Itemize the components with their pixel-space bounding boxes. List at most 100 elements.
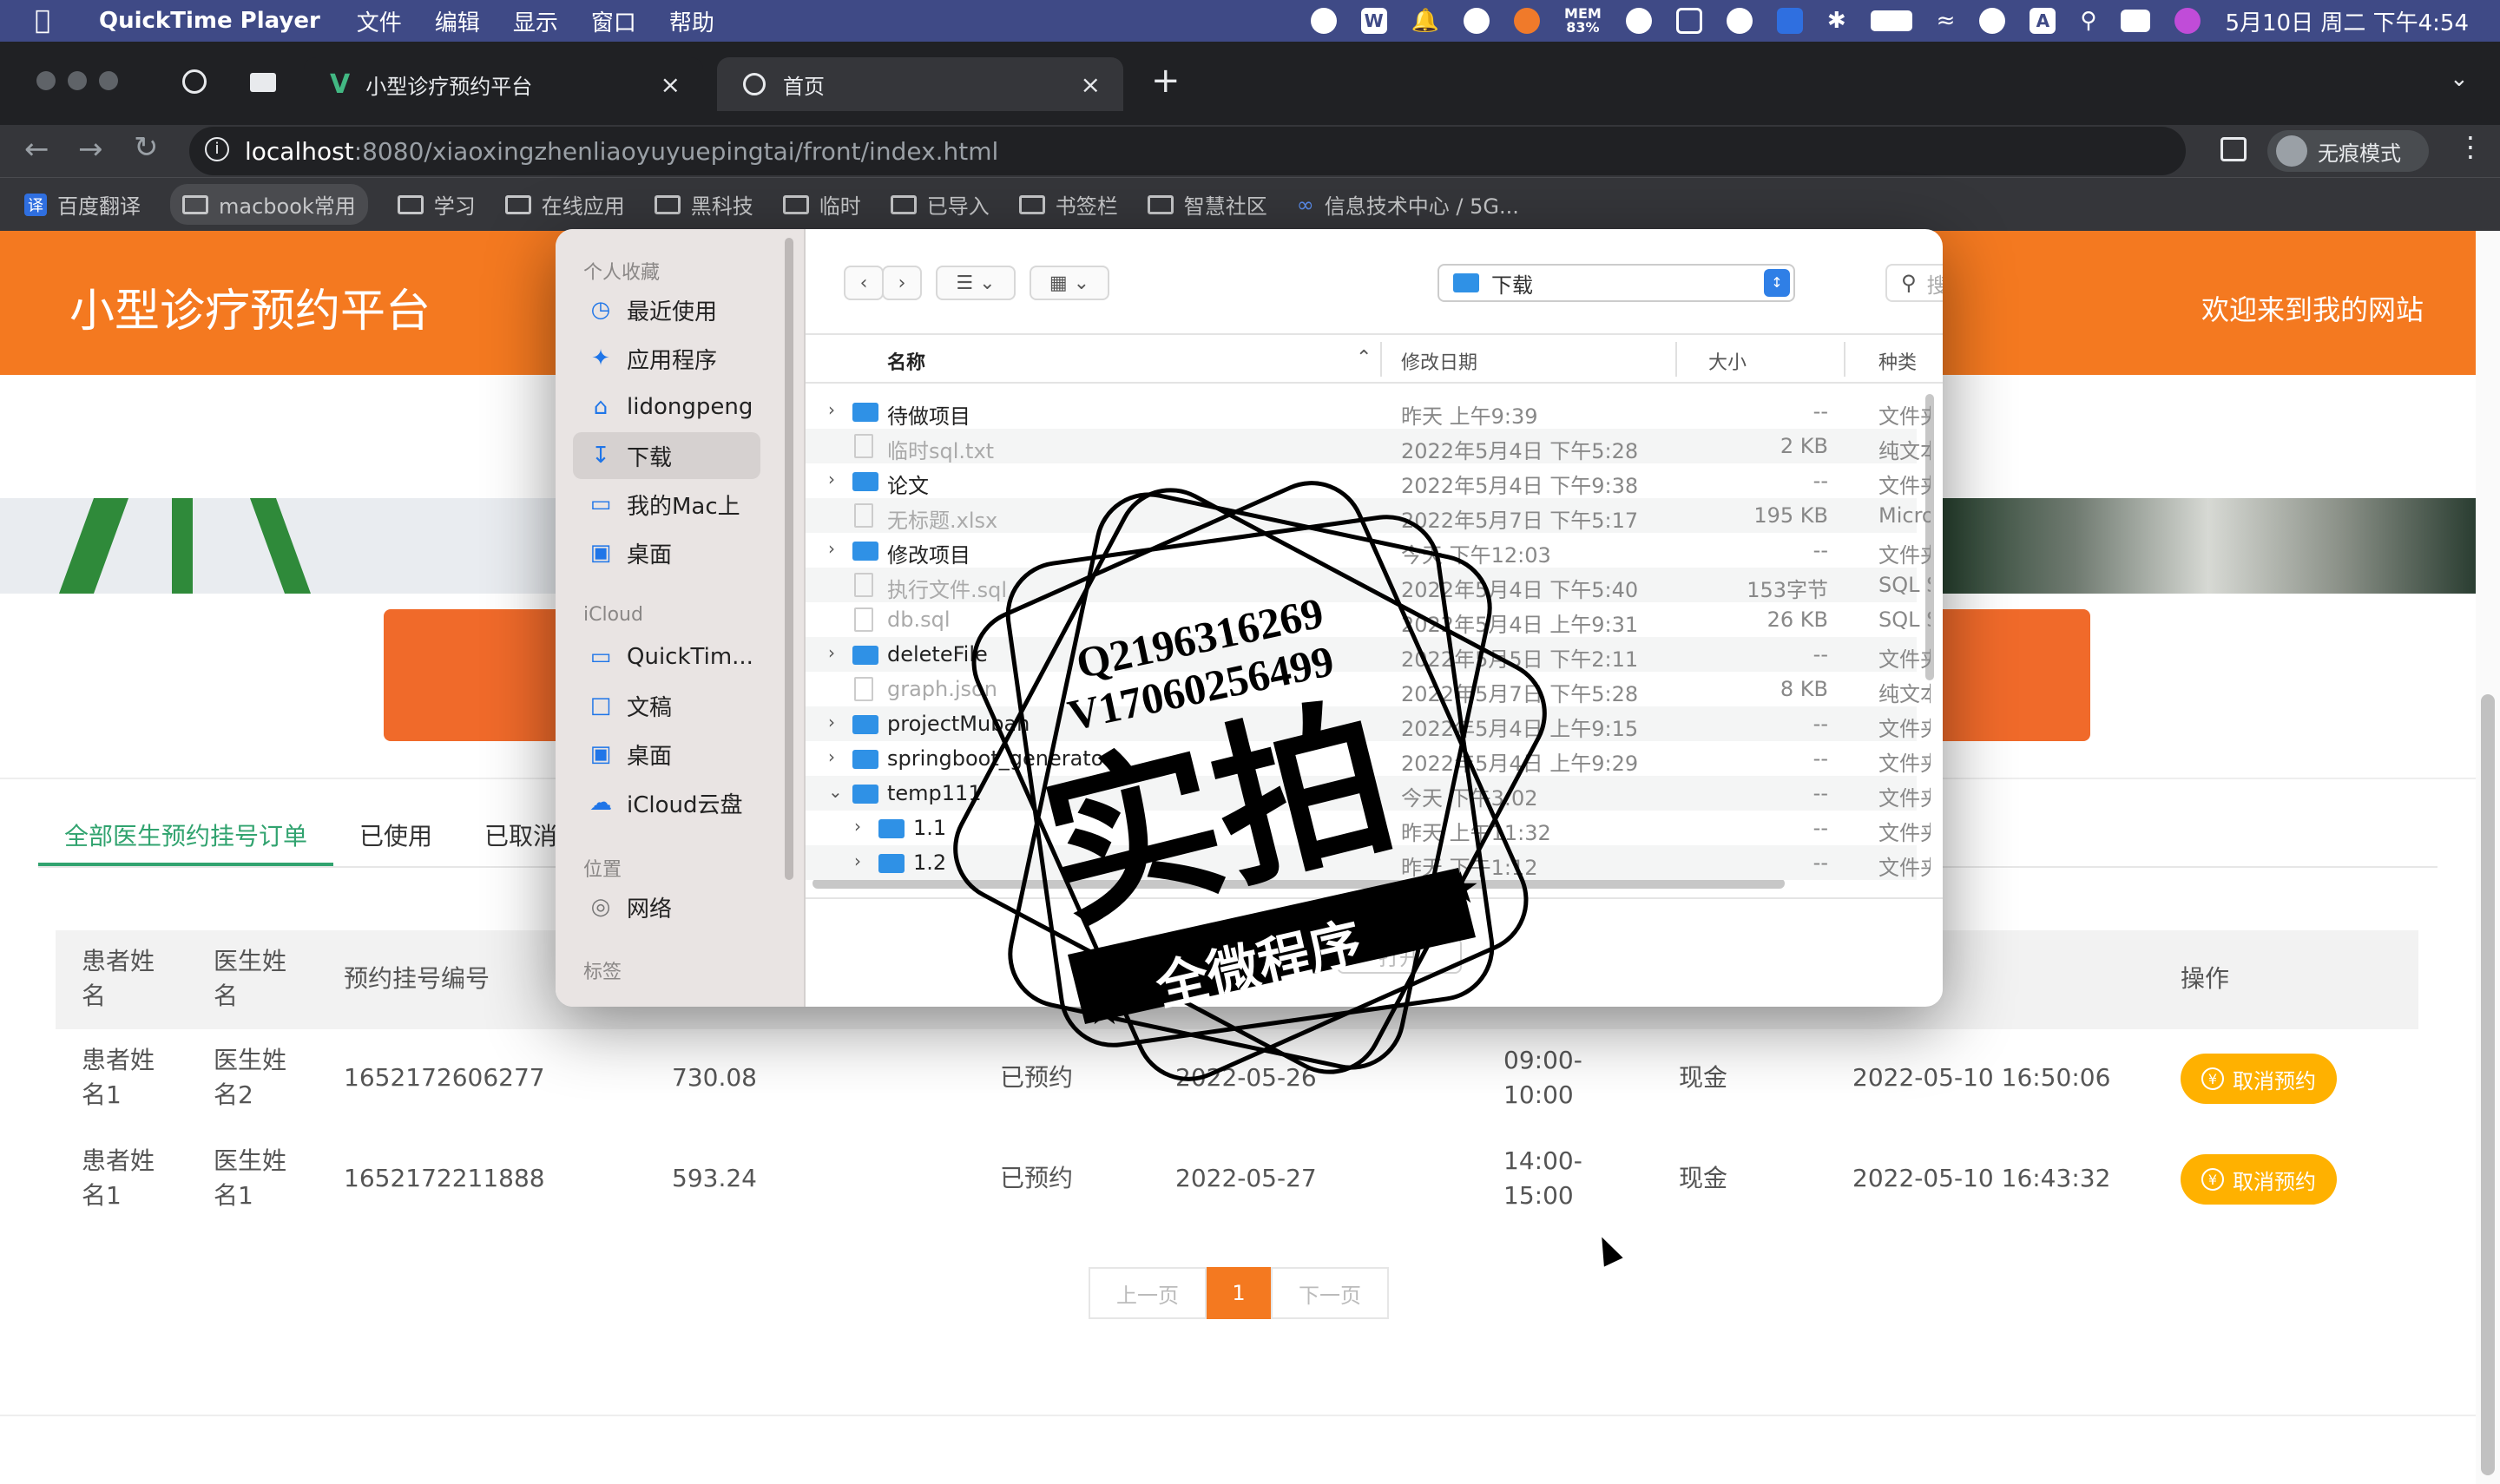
sidebar-item-documents[interactable]: □ 文稿 <box>573 682 760 729</box>
cancel-button[interactable]: 取消 <box>1198 937 1323 974</box>
tab-cancelled[interactable]: 已取消 <box>484 818 557 852</box>
tab-close-icon[interactable]: × <box>1081 70 1101 99</box>
sidebar-item-icloud-desktop[interactable]: ▣ 桌面 <box>573 731 760 778</box>
forward-button[interactable]: → <box>78 132 103 167</box>
sidebar-item-home[interactable]: ⌂ lidongpeng <box>573 384 760 430</box>
new-tab-button[interactable]: + <box>1151 61 1181 101</box>
tab-used[interactable]: 已使用 <box>359 818 432 852</box>
open-button[interactable]: 打开 <box>1337 937 1462 974</box>
side-panel-icon[interactable] <box>2220 137 2247 161</box>
folder-row[interactable]: ⌄ temp111 今天 下午3:02 -- 文件夹 <box>806 776 1931 811</box>
pinned-tab-page-icon[interactable] <box>250 73 276 92</box>
sidebar-scrollbar[interactable] <box>785 238 793 880</box>
search-input[interactable]: ⚲ 搜索 <box>1885 264 1943 302</box>
apple-icon[interactable]:  <box>35 5 50 36</box>
siri-icon[interactable] <box>2174 8 2201 34</box>
menu-view[interactable]: 显示 <box>513 5 558 37</box>
file-row[interactable]: 无标题.xlsx 2022年5月7日 下午5:17 195 KB Microso <box>806 498 1931 533</box>
back-button[interactable]: ← <box>24 132 49 167</box>
app-name[interactable]: QuickTime Player <box>99 8 320 34</box>
bookmark-baidu-translate[interactable]: 译百度翻译 <box>24 189 141 220</box>
browser-menu-icon[interactable]: ⋮ <box>2457 130 2484 163</box>
menu-window[interactable]: 窗口 <box>591 5 636 37</box>
disclosure-closed-icon[interactable]: › <box>828 712 835 732</box>
bell-icon[interactable]: 🔔 <box>1411 8 1439 34</box>
menu-help[interactable]: 帮助 <box>669 5 714 37</box>
sidebar-item-on-my-mac[interactable]: ▭ 我的Mac上 <box>573 481 760 528</box>
prev-page-button[interactable]: 上一页 <box>1089 1267 1207 1319</box>
sidebar-item-desktop[interactable]: ▣ 桌面 <box>573 529 760 576</box>
folder-row[interactable]: › 论文 2022年5月4日 下午9:38 -- 文件夹 <box>806 463 1931 498</box>
battery-icon[interactable] <box>1870 10 1912 31</box>
disclosure-closed-icon[interactable]: › <box>828 399 835 420</box>
user-icon[interactable] <box>1979 8 2006 34</box>
file-row[interactable]: 执行文件.sql 2022年5月4日 下午5:40 153字节 SQL So <box>806 568 1931 602</box>
site-info-icon[interactable]: i <box>205 137 229 161</box>
page-scrollbar-thumb[interactable] <box>2481 694 2495 1475</box>
sort-up-icon[interactable]: ⌃ <box>1356 347 1372 369</box>
bookmark-folder[interactable]: 黑科技 <box>654 189 753 220</box>
cancel-booking-button[interactable]: ¥ 取消预约 <box>2181 1154 2337 1205</box>
sidebar-item-recents[interactable]: ◷ 最近使用 <box>573 286 760 333</box>
window-icon[interactable] <box>1675 8 1702 34</box>
list-view-button[interactable]: ☰ ⌄ <box>936 266 1016 300</box>
tab-close-icon[interactable]: × <box>661 70 681 99</box>
password-icon[interactable] <box>1625 8 1652 34</box>
col-size[interactable]: 大小 <box>1708 347 1747 375</box>
menu-file[interactable]: 文件 <box>357 5 402 37</box>
folder-row[interactable]: › 1.2 昨天 下午1:12 -- 文件夹 <box>806 845 1931 880</box>
folder-row[interactable]: › 待做项目 昨天 上午9:39 -- 文件夹 <box>806 394 1931 429</box>
col-modified[interactable]: 修改日期 <box>1401 347 1477 375</box>
window-minimize-button[interactable] <box>68 71 87 90</box>
window-maximize-button[interactable] <box>99 71 118 90</box>
clock[interactable]: 5月10日 周二 下午4:54 <box>2225 5 2469 37</box>
memory-meter[interactable]: MEM 83% <box>1564 7 1602 35</box>
folder-row[interactable]: › projectMuban 2022年5月4日 上午9:15 -- 文件夹 <box>806 706 1931 741</box>
bookmark-folder[interactable]: 学习 <box>397 189 476 220</box>
bookmark-folder[interactable]: 智慧社区 <box>1147 189 1267 220</box>
col-kind[interactable]: 种类 <box>1878 347 1917 375</box>
spotlight-icon[interactable]: ⚲ <box>2080 8 2096 34</box>
cancel-booking-button[interactable]: ¥ 取消预约 <box>2181 1054 2337 1104</box>
sidebar-item-icloud-drive[interactable]: ☁ iCloud云盘 <box>573 779 760 826</box>
control-center-icon[interactable] <box>2121 10 2151 32</box>
folder-row[interactable]: › springboot_generator 2022年5月4日 上午9:29 -- 文… <box>806 741 1931 776</box>
disclosure-closed-icon[interactable]: › <box>828 538 835 559</box>
page-1-button[interactable]: 1 <box>1207 1267 1271 1319</box>
folder-row[interactable]: › 1.1 昨天 上午11:32 -- 文件夹 <box>806 811 1931 845</box>
tab-all-orders[interactable]: 全部医生预约挂号订单 <box>64 818 307 852</box>
reload-button[interactable]: ↻ <box>134 130 159 165</box>
disclosure-closed-icon[interactable]: › <box>828 469 835 489</box>
file-row[interactable]: 临时sql.txt 2022年5月4日 下午5:28 2 KB 纯文本文 <box>806 429 1931 463</box>
site-title[interactable]: 小型诊疗预约平台 <box>69 274 431 339</box>
weather-icon[interactable] <box>1514 8 1541 34</box>
file-row[interactable]: graph.json 2022年5月7日 下午5:28 8 KB 纯文本文 <box>806 672 1931 706</box>
folder-row[interactable]: › 修改项目 今天 下午12:03 -- 文件夹 <box>806 533 1931 568</box>
pinned-tab-globe-icon[interactable] <box>182 69 207 94</box>
bookmark-folder[interactable]: 已导入 <box>890 189 990 220</box>
window-close-button[interactable] <box>36 71 56 90</box>
url-input[interactable]: i localhost:8080/xiaoxingzhenliaoyuyuepi… <box>189 127 2186 175</box>
file-row[interactable]: db.sql 2022年5月4日 上午9:31 26 KB SQL So <box>806 602 1931 637</box>
disclosure-closed-icon[interactable]: › <box>828 746 835 767</box>
sidebar-item-downloads[interactable]: ↧ 下载 <box>573 432 760 479</box>
tab-search-icon[interactable]: ⌄ <box>2450 66 2469 92</box>
bookmark-folder[interactable]: 临时 <box>782 189 861 220</box>
bluetooth-icon[interactable]: ✱ <box>1827 8 1846 34</box>
disclosure-closed-icon[interactable]: › <box>854 850 861 871</box>
incognito-badge[interactable]: 无痕模式 <box>2267 130 2429 172</box>
forward-nav-button[interactable]: › <box>882 266 922 300</box>
folder-row[interactable]: › deleteFile 2022年5月5日 下午2:11 -- 文件夹 <box>806 637 1931 672</box>
stop-record-icon[interactable] <box>1310 8 1337 34</box>
disclosure-closed-icon[interactable]: › <box>854 816 861 837</box>
location-select[interactable]: 下载 ↕ <box>1438 264 1795 302</box>
bookmark-folder[interactable]: 在线应用 <box>504 189 625 220</box>
col-name[interactable]: 名称 <box>887 347 925 375</box>
disclosure-closed-icon[interactable]: › <box>828 642 835 663</box>
back-nav-button[interactable]: ‹ <box>844 266 884 300</box>
bookmark-folder[interactable]: macbook常用 <box>170 184 368 225</box>
disclosure-open-icon[interactable]: ⌄ <box>828 781 843 802</box>
chat-icon[interactable] <box>1464 8 1490 34</box>
bookmark-link[interactable]: ∞ 信息技术中心 / 5G... <box>1297 189 1519 220</box>
grid-view-button[interactable]: ▦ ⌄ <box>1030 266 1109 300</box>
